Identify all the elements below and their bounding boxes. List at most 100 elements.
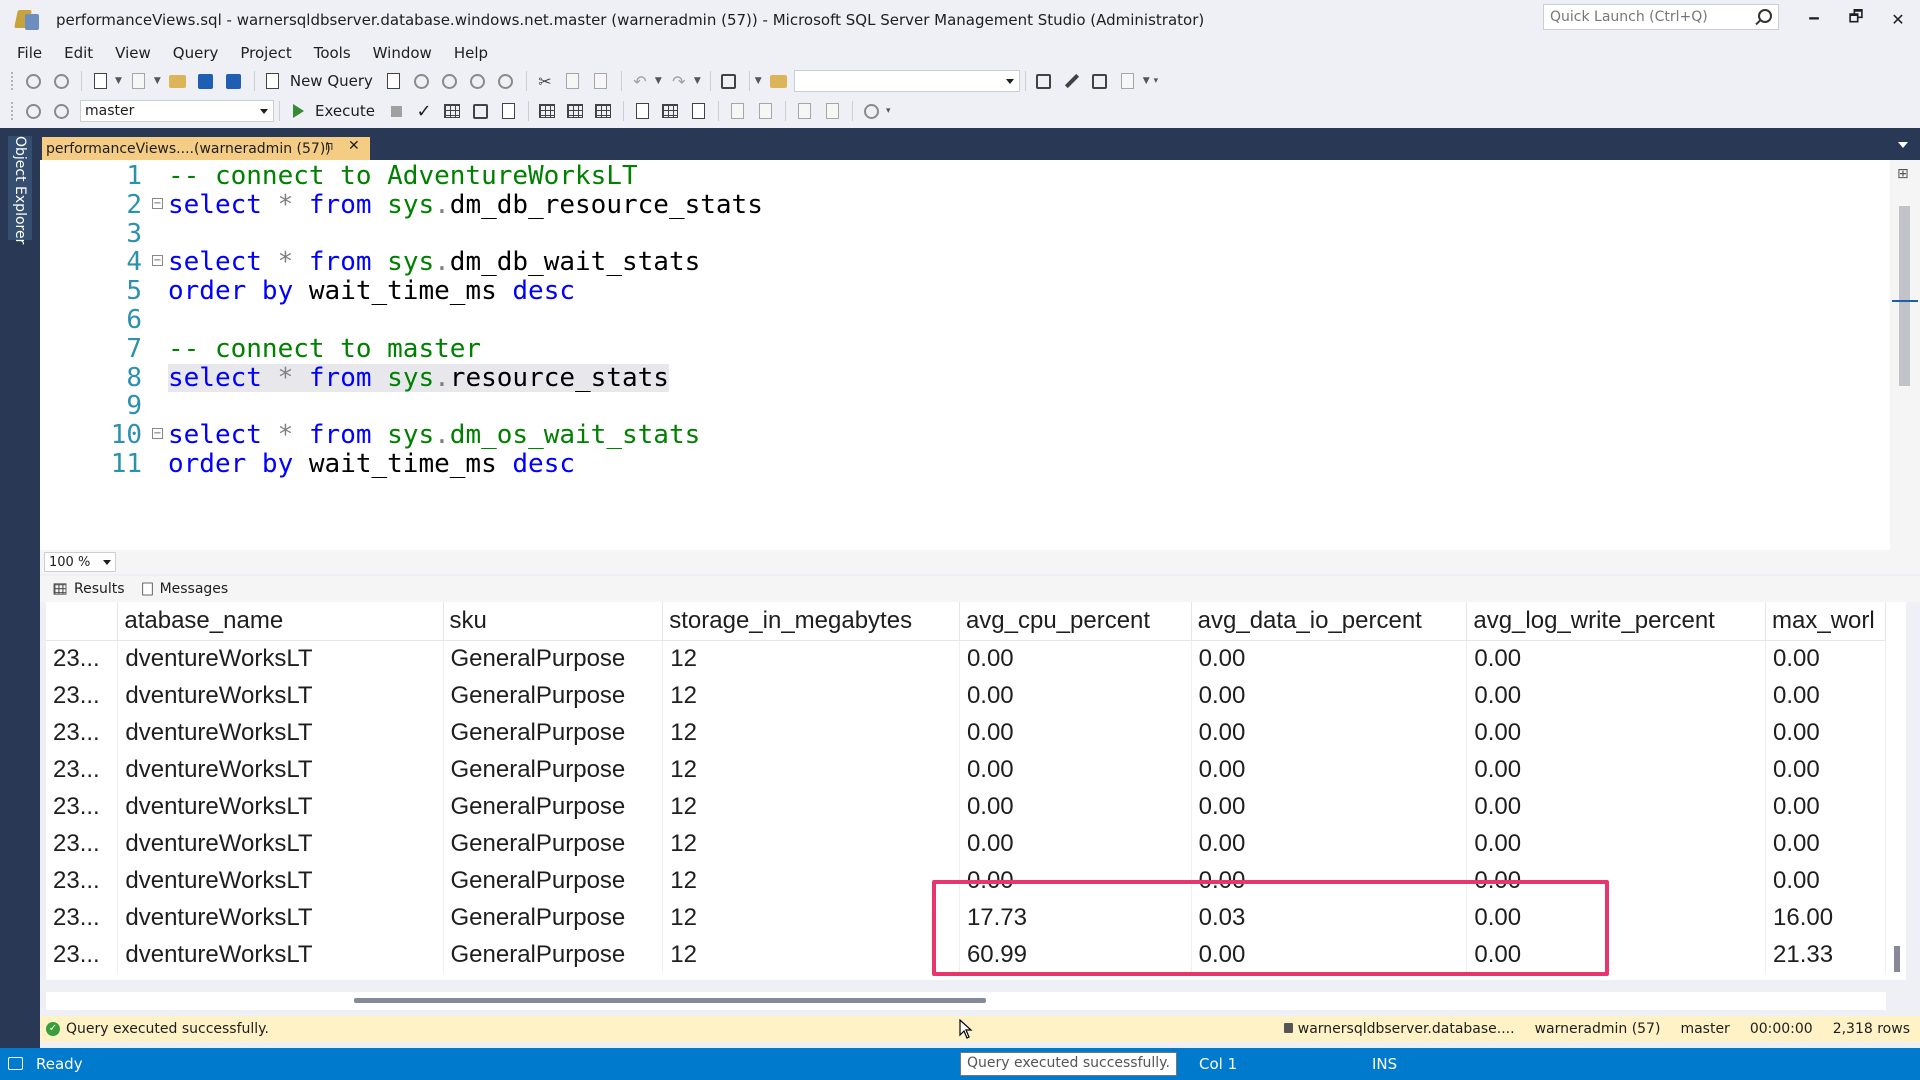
code-line[interactable]: 3 [40,219,1890,249]
redo-button[interactable]: ↷ [666,69,692,93]
table-cell[interactable]: 0.00 [1765,677,1886,714]
parse-button[interactable]: ✓ [411,99,437,123]
display-estimated-plan-button[interactable] [439,99,465,123]
new-query-label[interactable]: New Query [290,72,373,90]
table-row[interactable]: 23... dventureWorksLT GeneralPurpose 12 0.00… [46,640,1886,677]
table-cell[interactable]: dventureWorksLT [117,788,444,825]
mdx-query-button[interactable] [409,69,435,93]
code-line[interactable]: 4− select * from sys.dm_db_wait_stats [40,248,1890,277]
open-file-button[interactable] [165,69,191,93]
chevron-down-icon[interactable]: ▼ [655,76,662,86]
find-in-files-button[interactable] [766,69,792,93]
toolbox-button[interactable] [1087,69,1113,93]
table-cell[interactable]: 23... [46,899,119,936]
back-button[interactable] [20,69,46,93]
table-cell[interactable]: 12 [662,677,960,714]
table-cell[interactable]: GeneralPurpose [443,640,664,677]
query-editor[interactable]: 1 -- connect to AdventureWorksLT 2− select … [40,160,1890,550]
table-cell[interactable]: 12 [662,899,960,936]
increase-indent-button[interactable] [819,99,845,123]
object-explorer-tab[interactable]: Object Explorer [8,136,32,244]
dmx-query-button[interactable] [437,69,463,93]
save-button[interactable] [193,69,219,93]
table-cell[interactable]: 0.00 [1466,714,1767,751]
minimize-button[interactable]: 🗕 [1794,5,1834,33]
change-connection-button[interactable] [48,99,74,123]
chevron-down-icon[interactable] [260,109,268,114]
table-cell[interactable]: GeneralPurpose [443,825,664,862]
table-cell[interactable]: 0.00 [959,714,1192,751]
chevron-down-icon[interactable]: ▼ [755,76,762,86]
tab-messages[interactable]: Messages [141,581,228,597]
chevron-down-icon[interactable]: ▼ [115,76,122,86]
code-line[interactable]: 7 -- connect to master [40,334,1890,364]
table-cell[interactable]: 23... [46,788,119,825]
decrease-indent-button[interactable] [791,99,817,123]
table-cell[interactable]: GeneralPurpose [443,751,664,788]
code-line[interactable]: 5 order by wait_time_ms desc [40,277,1890,306]
menu-file[interactable]: File [6,44,53,62]
table-cell[interactable]: 0.00 [959,751,1192,788]
chevron-down-icon[interactable]: ▼ [154,76,161,86]
table-cell[interactable]: 0.00 [1466,677,1767,714]
find-combo[interactable] [793,70,1020,92]
xmla-query-button[interactable] [465,69,491,93]
code-line[interactable]: 11 order by wait_time_ms desc [40,450,1890,479]
execute-label[interactable]: Execute [315,102,375,120]
menu-project[interactable]: Project [229,44,302,62]
chevron-down-icon[interactable] [1005,79,1014,84]
new-query-button[interactable] [260,69,286,93]
new-project-button[interactable] [87,69,113,93]
undo-button[interactable]: ↶ [627,69,653,93]
table-cell[interactable]: dventureWorksLT [117,714,444,751]
table-cell[interactable]: 23... [46,862,119,899]
results-to-grid-button[interactable] [657,99,683,123]
specify-template-values-button[interactable] [858,99,884,123]
add-item-button[interactable] [126,69,152,93]
paste-button[interactable] [588,69,614,93]
intellisense-button[interactable] [495,99,521,123]
save-all-button[interactable] [221,69,247,93]
table-cell[interactable]: 0.00 [1765,714,1886,751]
column-header[interactable]: avg_log_write_percent [1466,602,1767,641]
table-row[interactable]: 23... dventureWorksLT GeneralPurpose 12 0.00… [46,788,1886,825]
tab-performance-views[interactable]: performanceViews....(warneradmin (57)) ⊓… [42,137,370,160]
copy-button[interactable] [560,69,586,93]
database-engine-query-button[interactable] [381,69,407,93]
include-actual-plan-button[interactable] [534,99,560,123]
execute-button[interactable] [285,99,311,123]
toolbar-overflow-icon[interactable]: ▾ [886,106,891,116]
search-icon[interactable] [1758,9,1772,23]
code-line[interactable]: 9 [40,392,1890,421]
table-cell[interactable]: 23... [46,640,119,677]
collapse-region-icon[interactable]: − [152,428,163,440]
code-area[interactable]: 1 -- connect to AdventureWorksLT 2− select … [40,162,1890,479]
notifications-icon[interactable] [8,1057,23,1070]
pin-icon[interactable]: ⊓ [325,140,334,153]
quick-launch-input[interactable]: Quick Launch (Ctrl+Q) [1543,4,1779,30]
toolbar-grip[interactable] [10,101,14,121]
table-cell[interactable]: 0.00 [1191,788,1468,825]
table-row[interactable]: 23... dventureWorksLT GeneralPurpose 12 0.00… [46,714,1886,751]
column-header[interactable] [46,602,119,641]
table-row[interactable]: 23... dventureWorksLT GeneralPurpose 12 0.00… [46,751,1886,788]
table-cell[interactable]: GeneralPurpose [443,862,664,899]
properties-button[interactable] [1059,69,1085,93]
das-query-button[interactable] [493,69,519,93]
table-cell[interactable]: 12 [662,862,960,899]
table-cell[interactable]: GeneralPurpose [443,936,664,973]
editor-scroll-thumb[interactable] [1899,206,1910,386]
table-cell[interactable]: 0.00 [1191,714,1468,751]
table-cell[interactable]: dventureWorksLT [117,862,444,899]
table-cell[interactable]: GeneralPurpose [443,899,664,936]
activity-monitor-button[interactable] [716,69,742,93]
grid-vertical-scrollbar[interactable] [1886,602,1906,980]
collapse-region-icon[interactable]: − [152,197,163,209]
table-cell[interactable]: 12 [662,825,960,862]
table-cell[interactable]: 12 [662,751,960,788]
menu-view[interactable]: View [104,44,162,62]
close-window-button[interactable]: ✕ [1878,5,1918,33]
chevron-down-icon[interactable] [103,560,111,565]
close-tab-icon[interactable]: ✕ [348,138,360,154]
toolbar-overflow-icon[interactable]: ▾ [1154,76,1159,86]
